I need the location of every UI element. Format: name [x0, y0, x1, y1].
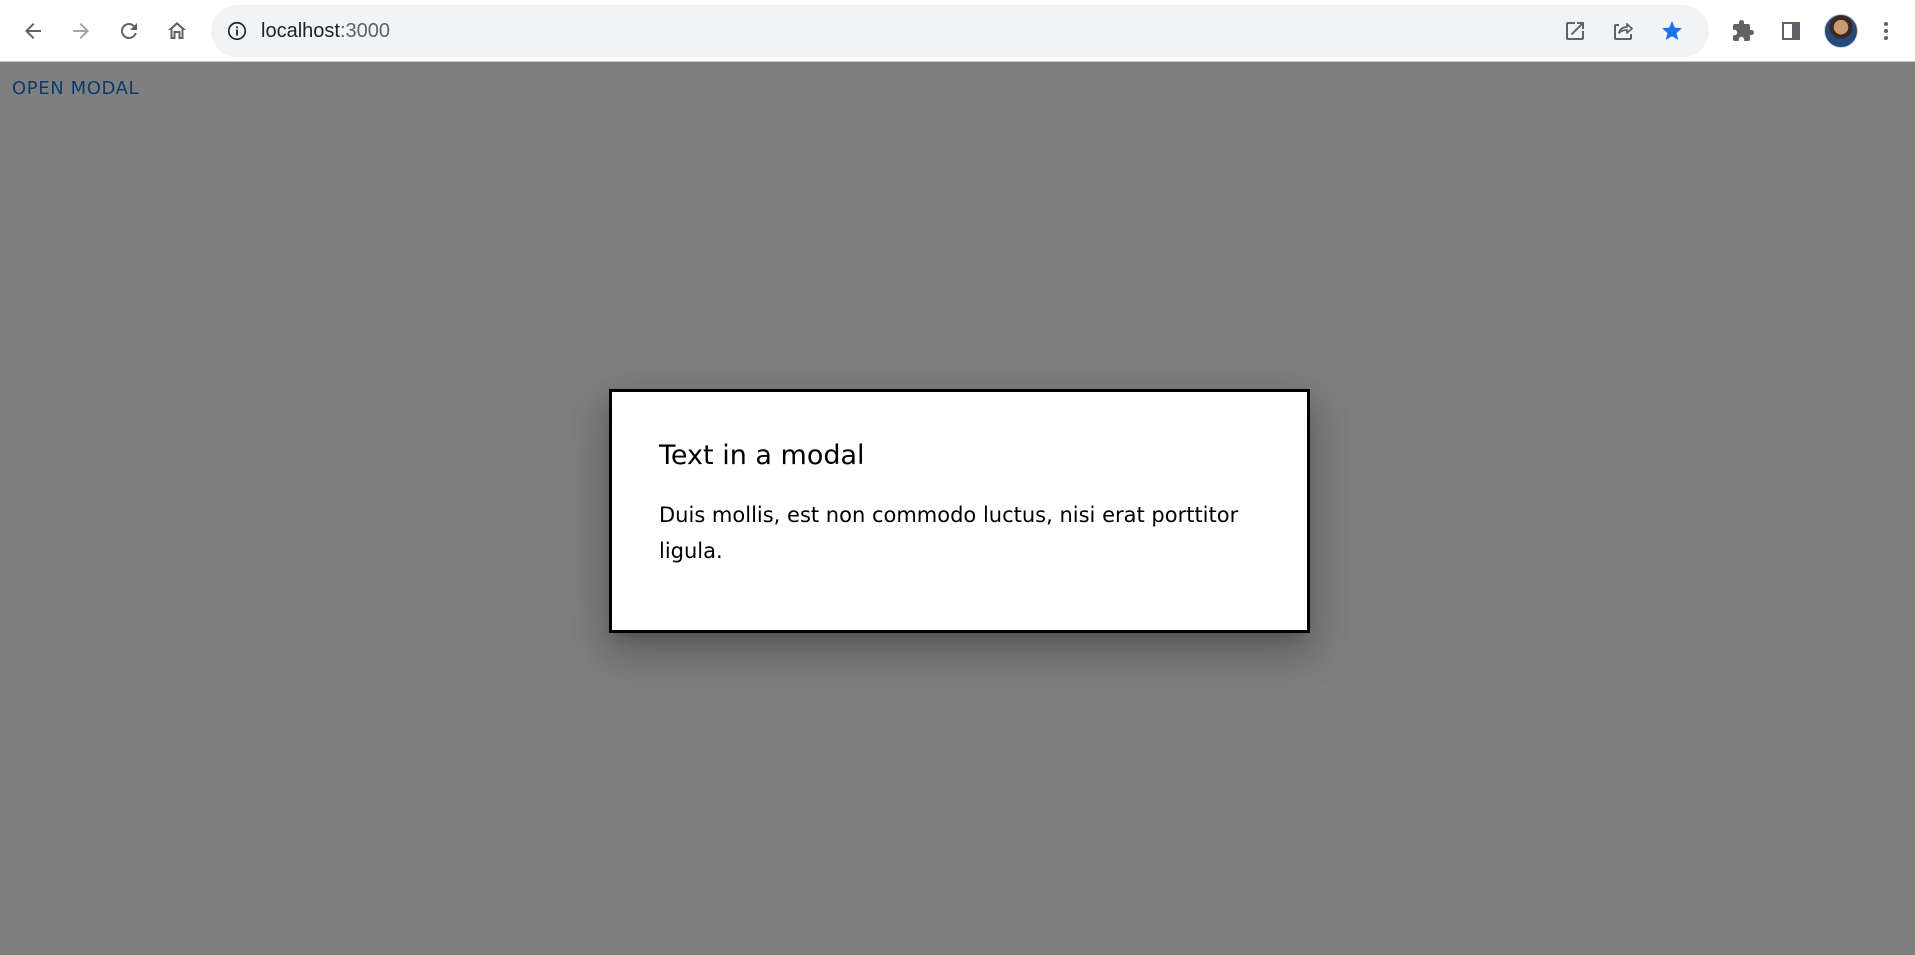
puzzle-icon: [1733, 20, 1754, 41]
forward-button[interactable]: [61, 11, 101, 51]
reload-icon: [121, 23, 137, 39]
avatar[interactable]: [1824, 14, 1858, 48]
url-text[interactable]: localhost:3000: [261, 5, 390, 57]
open-in-app-button[interactable]: [1557, 13, 1593, 49]
modal-dialog: Text in a modal Duis mollis, est non com…: [609, 389, 1310, 633]
reload-button[interactable]: [109, 11, 149, 51]
share-icon: [1614, 23, 1633, 40]
home-icon: [168, 22, 186, 39]
address-bar[interactable]: localhost:3000: [211, 5, 1709, 57]
url-port: :3000: [339, 20, 390, 42]
star-icon: [1662, 21, 1682, 40]
modal-title: Text in a modal: [659, 440, 865, 471]
browser-window: localhost:3000 Text in a modal Duis moll…: [0, 0, 1915, 955]
bookmark-button[interactable]: [1654, 13, 1690, 49]
site-info-button[interactable]: [221, 15, 253, 47]
extensions-button[interactable]: [1723, 11, 1763, 51]
side-panel-button[interactable]: [1771, 11, 1811, 51]
side-panel-icon: [1782, 22, 1800, 40]
open-external-icon: [1566, 22, 1584, 40]
back-button[interactable]: [13, 11, 53, 51]
arrow-left-icon: [25, 23, 41, 39]
kebab-menu-icon: [1884, 22, 1888, 40]
info-icon: [227, 21, 247, 41]
page-viewport: OPEN MODAL Text in a modal Duis mollis, …: [0, 62, 1915, 955]
browser-toolbar: localhost:3000: [0, 0, 1915, 62]
share-button[interactable]: [1605, 13, 1641, 49]
menu-button[interactable]: [1866, 11, 1906, 51]
url-host: localhost: [261, 20, 340, 42]
home-button[interactable]: [157, 11, 197, 51]
modal-description: Duis mollis, est non commodo luctus, nis…: [659, 503, 1239, 564]
arrow-right-icon: [73, 23, 89, 39]
